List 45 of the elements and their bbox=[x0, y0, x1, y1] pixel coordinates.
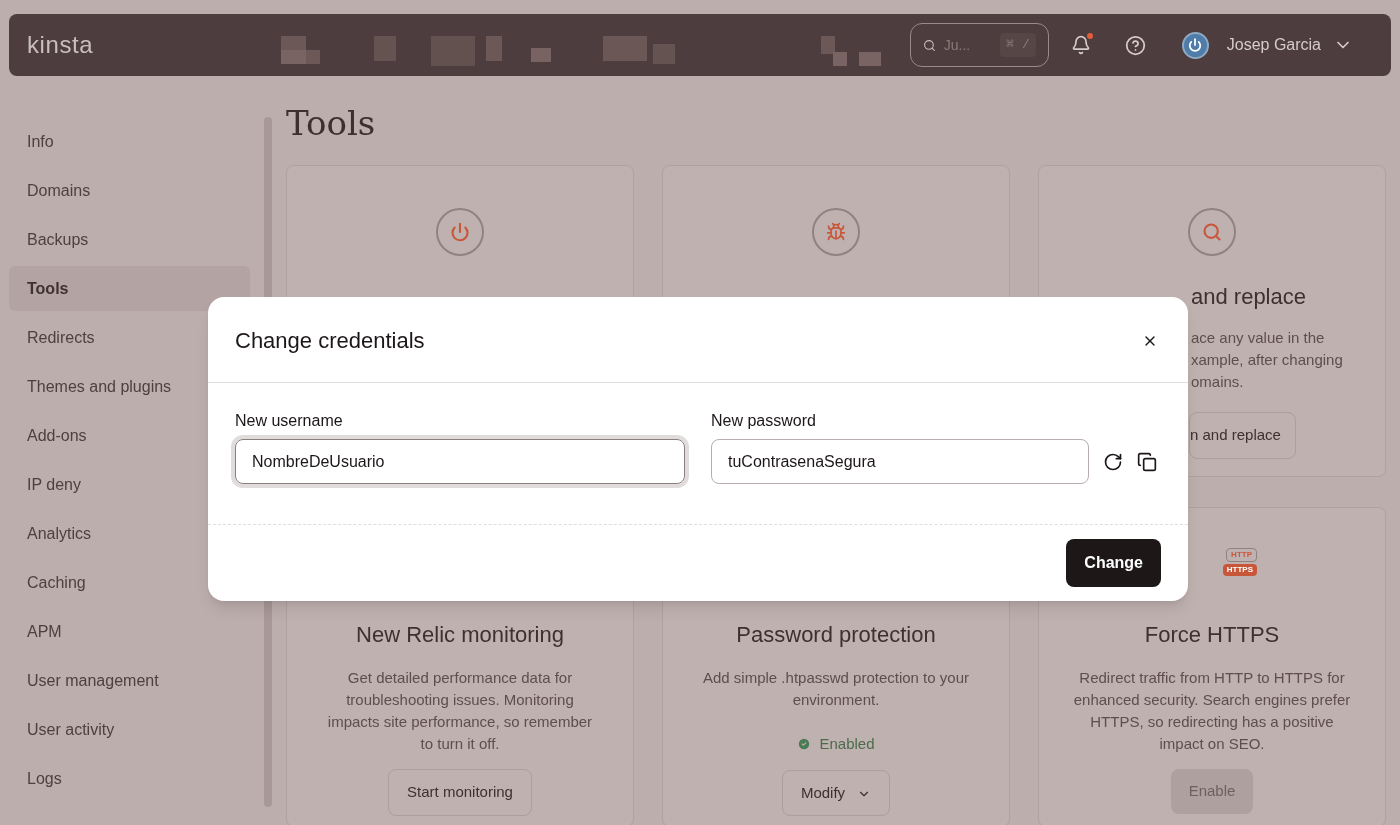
modal-title: Change credentials bbox=[235, 327, 425, 355]
sidebar-item[interactable]: Tools bbox=[9, 266, 250, 311]
check-circle-icon bbox=[797, 737, 812, 752]
card-title: and replace bbox=[1191, 283, 1306, 311]
text-input[interactable]: tuContrasenaSegura bbox=[711, 439, 1089, 484]
shortcut-key: ⌘ / bbox=[1000, 33, 1036, 57]
card-title: Force HTTPS bbox=[1144, 621, 1280, 649]
card-description-line: ace any value in the bbox=[1191, 328, 1326, 348]
logo[interactable]: kinsta bbox=[27, 27, 94, 63]
avatar-icon bbox=[1181, 31, 1209, 59]
bug-target-icon bbox=[812, 208, 860, 256]
sidebar-item[interactable]: User activity bbox=[9, 707, 250, 752]
bell-icon bbox=[1070, 35, 1091, 55]
sidebar-item[interactable]: Domains bbox=[9, 168, 250, 213]
sidebar-item[interactable]: User management bbox=[9, 658, 250, 703]
field-label: New password bbox=[711, 411, 817, 431]
card-button[interactable]: n and replace bbox=[1189, 412, 1296, 459]
card-title: New Relic monitoring bbox=[356, 621, 564, 649]
card-button[interactable]: Start monitoring bbox=[388, 769, 532, 816]
card-description-line: omains. bbox=[1191, 372, 1245, 392]
notifications-button[interactable] bbox=[1070, 35, 1091, 55]
user-name[interactable]: Josep Garcia bbox=[1226, 33, 1321, 57]
search-icon bbox=[922, 38, 936, 52]
card-button[interactable]: Modify bbox=[781, 769, 891, 816]
card-description: Get detailed performance data for troubleshooting issues. Monitoring impacts site performance, so remember to turn it off. bbox=[326, 668, 594, 754]
help-button[interactable] bbox=[1124, 34, 1146, 56]
search-cycle-icon bbox=[1188, 208, 1236, 256]
change-button[interactable]: Change bbox=[1066, 539, 1161, 587]
card-description: Add simple .htpasswd protection to your environment. bbox=[702, 668, 970, 710]
card-description: Redirect traffic from HTTP to HTTPS for enhanced security. Search engines prefer HTTPS, so redirecting has a positive impact on SEO. bbox=[1073, 668, 1351, 754]
sidebar-item[interactable]: Backups bbox=[9, 217, 250, 262]
restart-power-icon bbox=[436, 208, 484, 256]
search-field[interactable]: Ju... ⌘ / bbox=[909, 23, 1049, 67]
search-placeholder: Ju... bbox=[943, 35, 971, 55]
sidebar-item[interactable]: Logs bbox=[9, 756, 250, 801]
copy-button[interactable] bbox=[1137, 451, 1157, 472]
regenerate-button[interactable] bbox=[1103, 451, 1123, 472]
sidebar-item[interactable]: APM bbox=[9, 609, 250, 654]
field-label: New username bbox=[235, 411, 344, 431]
page-title: Tools bbox=[286, 102, 377, 145]
sidebar-item[interactable]: Info bbox=[9, 119, 250, 164]
card-description-line: xample, after changing bbox=[1191, 350, 1343, 370]
card-button: Enable bbox=[1170, 769, 1254, 814]
status-label: Enabled bbox=[819, 734, 875, 754]
card-title: Password protection bbox=[736, 621, 936, 649]
